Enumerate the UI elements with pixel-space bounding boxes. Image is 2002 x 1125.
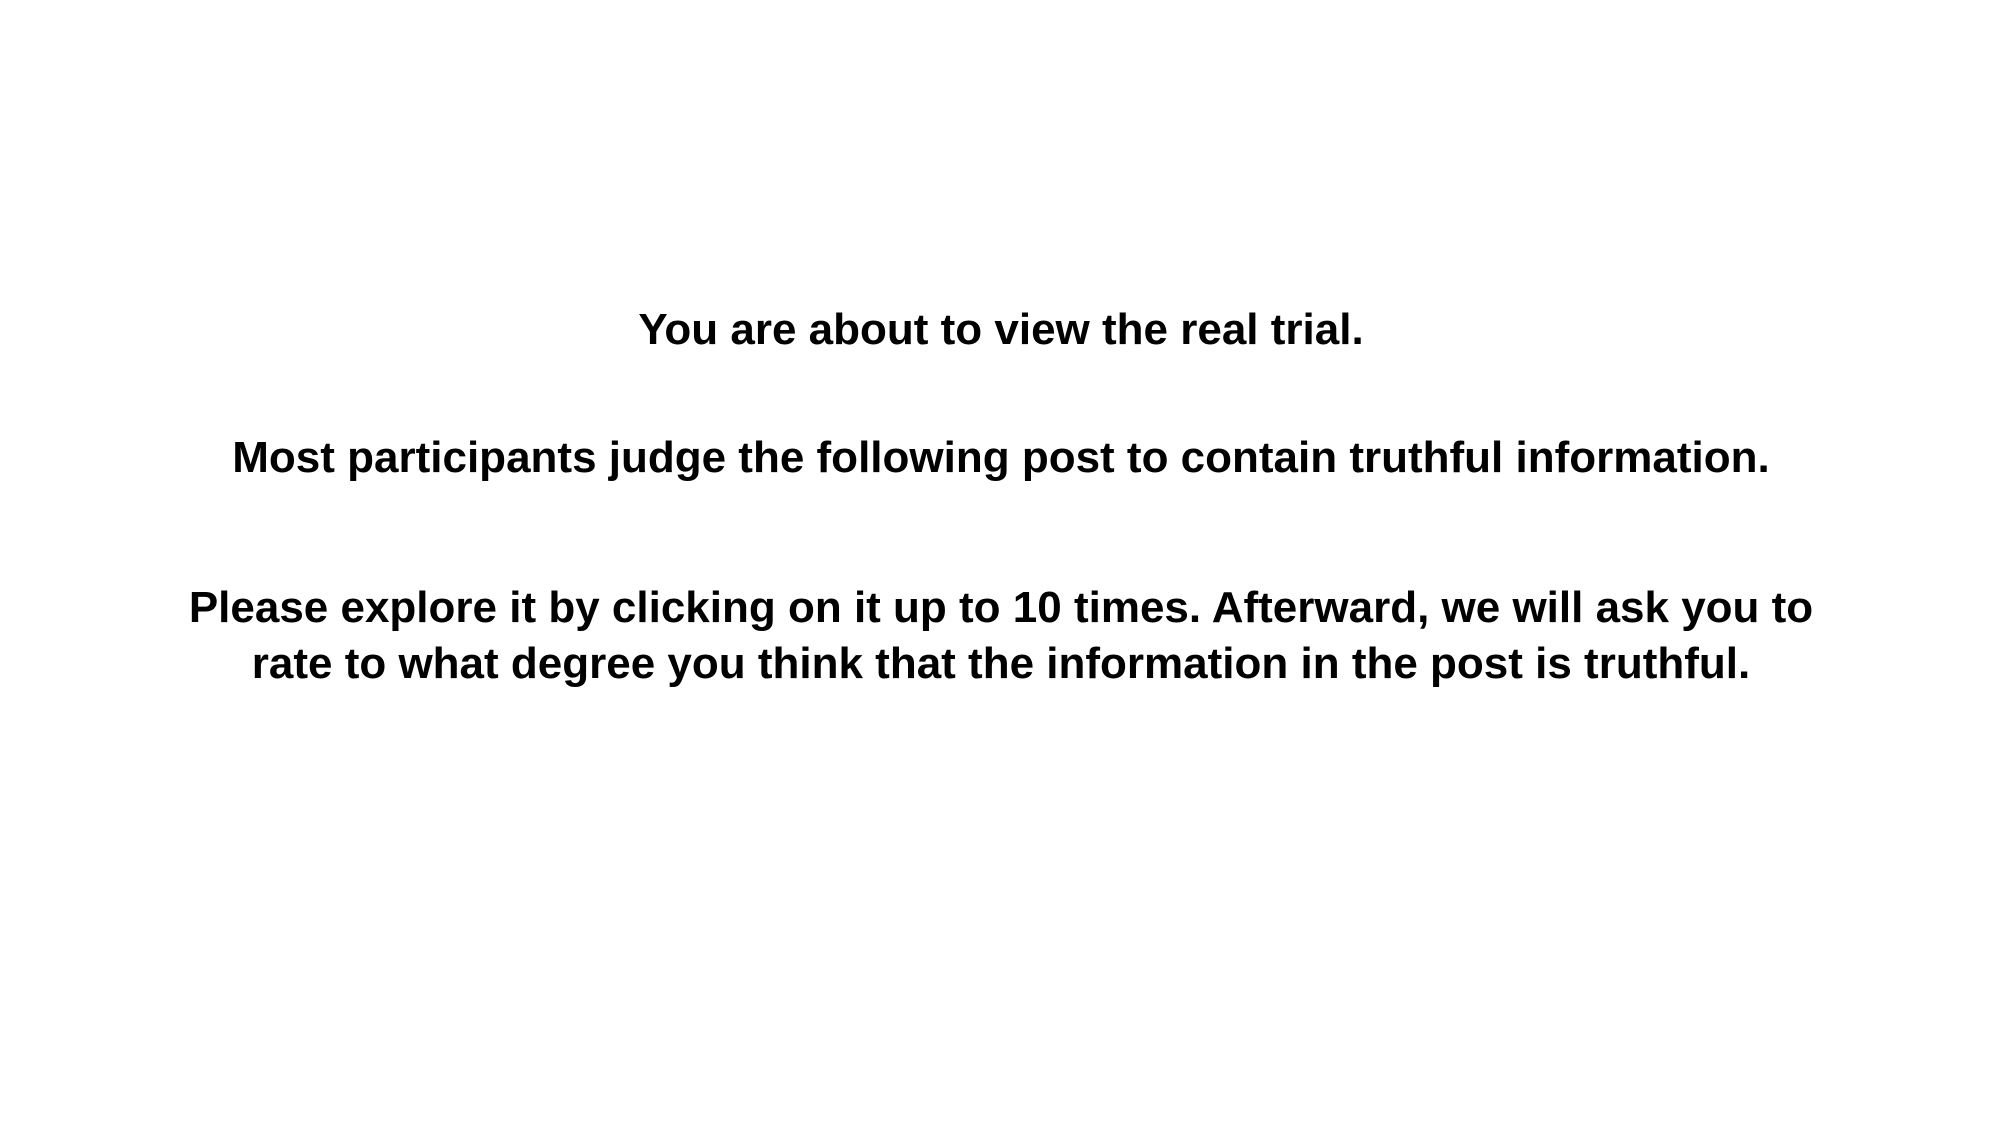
instruction-line-2: rate to what degree you think that the i… xyxy=(251,639,1751,688)
trial-heading: You are about to view the real trial. xyxy=(638,305,1364,354)
instruction-line-1: Please explore it by clicking on it up t… xyxy=(188,583,1814,632)
instruction-slide: You are about to view the real trial. Mo… xyxy=(0,0,2002,1125)
social-norm-statement: Most participants judge the following po… xyxy=(232,433,1770,482)
